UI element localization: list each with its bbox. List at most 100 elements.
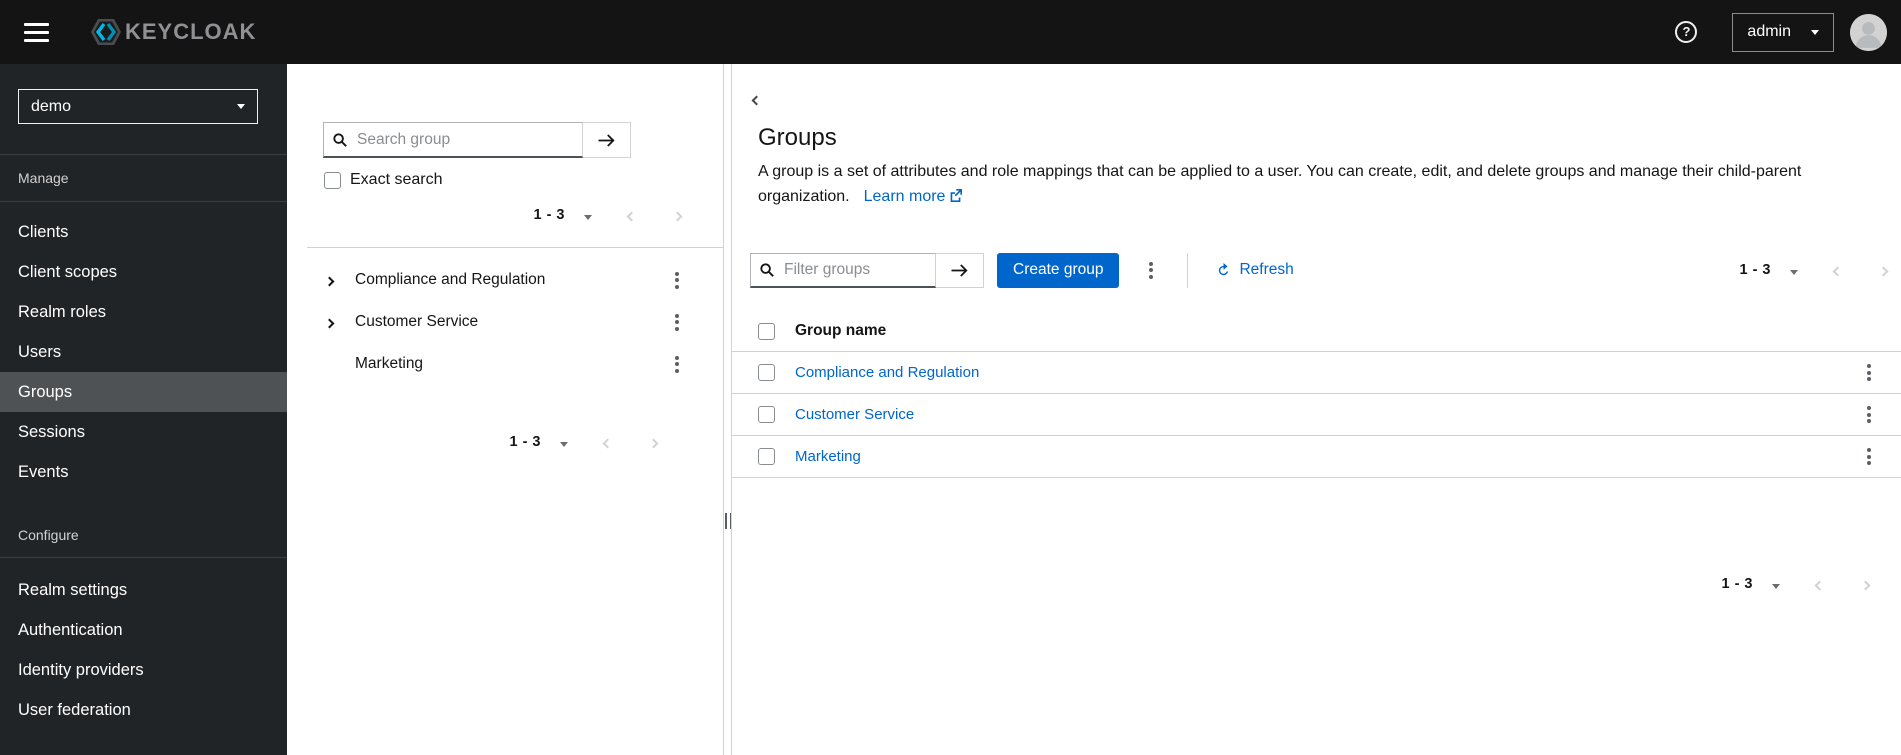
group-search-submit-button[interactable] (583, 122, 631, 158)
tree-item-label: Compliance and Regulation (355, 271, 546, 288)
search-icon (333, 132, 347, 147)
row-checkbox[interactable] (758, 364, 775, 381)
group-search-input[interactable] (355, 129, 573, 150)
user-dropdown-label: admin (1747, 23, 1791, 40)
chevron-right-icon (648, 438, 659, 448)
pagination-menu-toggle[interactable] (556, 431, 572, 454)
realm-selector-section: demo (0, 64, 287, 155)
row-checkbox[interactable] (758, 406, 775, 423)
sidebar-item-identity-providers[interactable]: Identity providers (0, 650, 287, 690)
chevron-left-icon (626, 211, 637, 221)
pagination-prev-button[interactable] (1830, 259, 1845, 282)
tree-item-marketing[interactable]: Marketing (287, 343, 723, 385)
sidebar-item-authentication[interactable]: Authentication (0, 610, 287, 650)
chevron-down-icon (237, 104, 245, 109)
chevron-right-icon (1860, 580, 1871, 590)
avatar[interactable] (1850, 13, 1887, 51)
expand-toggle-button[interactable] (317, 273, 341, 288)
table-pagination-top: 1 - 3 (1739, 255, 1891, 285)
sidebar-item-client-scopes[interactable]: Client scopes (0, 252, 287, 292)
select-all-checkbox[interactable] (758, 322, 775, 340)
pagination-prev-button[interactable] (600, 431, 615, 454)
group-link-compliance-and-regulation[interactable]: Compliance and Regulation (795, 364, 979, 381)
row-checkbox[interactable] (758, 448, 775, 465)
tree-item-customer-service[interactable]: Customer Service (287, 301, 723, 343)
filter-submit-button[interactable] (936, 252, 984, 288)
sidebar-item-events[interactable]: Events (0, 452, 287, 492)
nav-section-manage: Manage (0, 155, 287, 202)
current-realm: demo (31, 97, 72, 115)
toolbar-kebab-menu-button[interactable] (1143, 258, 1159, 283)
caret-down-icon (584, 214, 592, 220)
divider (307, 247, 723, 248)
chevron-right-icon (672, 211, 683, 221)
sidebar: demo Manage Clients Client scopes Realm … (0, 64, 287, 755)
group-link-marketing[interactable]: Marketing (795, 448, 861, 465)
refresh-icon (1216, 262, 1231, 278)
pagination-next-button[interactable] (670, 204, 685, 227)
learn-more-link[interactable]: Learn more (864, 188, 963, 205)
masthead-right: ? admin (1675, 12, 1887, 52)
tree-item-compliance-and-regulation[interactable]: Compliance and Regulation (287, 259, 723, 301)
row-kebab-menu-button[interactable] (1861, 402, 1877, 427)
tree-item-label: Marketing (355, 355, 424, 372)
sidebar-item-realm-settings[interactable]: Realm settings (0, 570, 287, 610)
group-search-control (323, 122, 631, 158)
chevron-right-icon (324, 276, 334, 286)
column-header-group-name: Group name (795, 322, 887, 339)
refresh-label: Refresh (1239, 261, 1294, 278)
sidebar-item-groups[interactable]: Groups (0, 372, 287, 412)
pagination-next-button[interactable] (1876, 259, 1891, 282)
pagination-next-button[interactable] (1858, 573, 1873, 596)
row-kebab-menu-button[interactable] (1861, 444, 1877, 469)
user-dropdown[interactable]: admin (1732, 12, 1834, 52)
back-button[interactable] (749, 88, 764, 111)
sidebar-item-sessions[interactable]: Sessions (0, 412, 287, 452)
nav-section-configure: Configure (0, 527, 287, 558)
sidebar-item-users[interactable]: Users (0, 332, 287, 372)
groups-toolbar: Create group Refresh 1 - 3 (732, 252, 1901, 288)
table-row: Customer Service (732, 394, 1901, 436)
chevron-left-icon (602, 438, 613, 448)
pagination-prev-button[interactable] (624, 204, 639, 227)
chevron-left-icon (1814, 580, 1825, 590)
create-group-button[interactable]: Create group (997, 252, 1120, 288)
nav-toggle-button[interactable] (18, 17, 55, 48)
refresh-button[interactable]: Refresh (1210, 260, 1299, 280)
chevron-left-icon (1832, 266, 1843, 276)
table-pagination-bottom: 1 - 3 (1721, 569, 1873, 599)
content-area: demo Manage Clients Client scopes Realm … (0, 64, 1901, 755)
page-title: Groups (758, 124, 837, 151)
pagination-menu-toggle[interactable] (1786, 259, 1802, 282)
filter-box (750, 252, 936, 288)
chevron-right-icon (324, 318, 334, 328)
pagination-menu-toggle[interactable] (580, 204, 596, 227)
page-header: Groups A group is a set of attributes an… (758, 124, 1871, 210)
pagination-next-button[interactable] (646, 431, 661, 454)
row-kebab-menu-button[interactable] (1861, 360, 1877, 385)
group-search-box (323, 122, 583, 158)
masthead: KEYCLOAK ? admin (0, 0, 1901, 64)
chevron-down-icon (1811, 29, 1819, 35)
help-icon[interactable]: ? (1675, 21, 1698, 43)
expand-toggle-button[interactable] (317, 315, 341, 330)
groups-table: Group name Compliance and Regulation Cus… (732, 311, 1901, 478)
sidebar-item-user-federation[interactable]: User federation (0, 690, 287, 730)
group-link-customer-service[interactable]: Customer Service (795, 406, 914, 423)
realm-selector[interactable]: demo (18, 89, 258, 124)
sidebar-item-realm-roles[interactable]: Realm roles (0, 292, 287, 332)
kebab-menu-button[interactable] (669, 310, 685, 335)
kebab-menu-button[interactable] (669, 352, 685, 377)
kebab-menu-button[interactable] (669, 268, 685, 293)
tree-pagination-bottom: 1 - 3 (509, 427, 661, 457)
search-icon (760, 262, 774, 277)
filter-groups-input[interactable] (782, 259, 926, 280)
keycloak-logo[interactable]: KEYCLOAK (81, 14, 256, 50)
pagination-prev-button[interactable] (1812, 573, 1827, 596)
groups-main-panel: Groups A group is a set of attributes an… (731, 64, 1901, 755)
sidebar-item-clients[interactable]: Clients (0, 212, 287, 252)
exact-search-checkbox[interactable] (324, 171, 341, 189)
pagination-menu-toggle[interactable] (1768, 573, 1784, 596)
divider (1187, 252, 1189, 288)
hamburger-icon (24, 22, 49, 26)
